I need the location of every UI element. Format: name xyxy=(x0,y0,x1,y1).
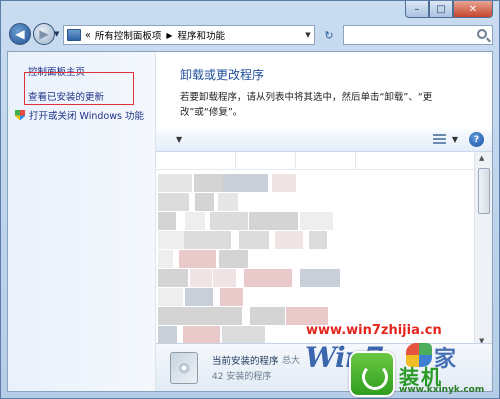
obscured-cell xyxy=(184,231,231,249)
view-options-icon[interactable] xyxy=(433,134,446,145)
vertical-scrollbar[interactable]: ▲ ▼ xyxy=(474,152,492,347)
obscured-cell xyxy=(210,212,248,230)
obscured-cell xyxy=(213,269,236,287)
task-sidebar: 控制面板主页 查看已安装的更新 打开或关闭 Windows 功能 xyxy=(8,52,156,391)
watermark-domain: www.kxinyk.com xyxy=(399,385,485,395)
obscured-cell xyxy=(300,269,340,287)
obscured-cell xyxy=(222,326,265,344)
program-list[interactable] xyxy=(156,152,474,347)
annotation-highlight-box xyxy=(24,72,134,105)
obscured-cell xyxy=(275,231,303,249)
obscured-cell xyxy=(185,212,205,230)
recent-pages-dropdown-icon[interactable]: ▼ xyxy=(54,30,59,38)
page-title: 卸载或更改程序 xyxy=(180,68,265,82)
watermark-badge-icon xyxy=(349,351,395,397)
address-bar[interactable]: « 所有控制面板项 ▶ 程序和功能 ▼ xyxy=(63,25,315,45)
organize-dropdown[interactable]: ▼ xyxy=(176,135,182,144)
address-dropdown-icon[interactable]: ▼ xyxy=(302,31,314,39)
caption-buttons: – □ ✕ xyxy=(405,1,493,18)
navigation-bar: ◀ ▶ ▼ « 所有控制面板项 ▶ 程序和功能 ▼ ↻ xyxy=(7,21,493,49)
obscured-cell xyxy=(158,193,189,211)
obscured-cell xyxy=(239,231,269,249)
obscured-cell xyxy=(190,269,212,287)
command-toolbar: ▼ ▼ ? xyxy=(156,129,492,152)
obscured-cell xyxy=(218,193,238,211)
obscured-cell xyxy=(158,269,188,287)
maximize-button[interactable]: □ xyxy=(429,1,453,18)
obscured-cell xyxy=(250,307,285,325)
close-button[interactable]: ✕ xyxy=(453,1,493,18)
sidebar-link-windows-features[interactable]: 打开或关闭 Windows 功能 xyxy=(15,108,144,122)
programs-disc-icon xyxy=(170,352,198,384)
scroll-up-icon[interactable]: ▲ xyxy=(479,154,484,162)
obscured-cell xyxy=(219,250,248,268)
obscured-cell xyxy=(195,193,214,211)
page-description: 若要卸载程序，请从列表中将其选中，然后单击“卸载”、“更改”或“修复”。 xyxy=(180,92,433,118)
control-panel-window: – □ ✕ ◀ ▶ ▼ « 所有控制面板项 ▶ 程序和功能 ▼ ↻ 控制面板主页… xyxy=(0,0,500,399)
status-program-count: 42 安装的程序 xyxy=(212,372,272,382)
search-input[interactable] xyxy=(343,25,493,45)
obscured-cell xyxy=(158,174,192,192)
obscured-cell xyxy=(309,231,327,249)
watermark-url: www.win7zhijia.cn xyxy=(306,323,442,338)
content-area: 控制面板主页 查看已安装的更新 打开或关闭 Windows 功能 卸载或更改程序… xyxy=(7,51,493,392)
column-header-publisher[interactable] xyxy=(236,152,296,170)
obscured-cell xyxy=(244,269,292,287)
obscured-cell xyxy=(300,212,333,230)
refresh-icon[interactable]: ↻ xyxy=(319,25,339,45)
minimize-button[interactable]: – xyxy=(405,1,429,18)
back-button[interactable]: ◀ xyxy=(9,23,31,45)
address-prefix[interactable]: « xyxy=(85,30,91,41)
obscured-cell xyxy=(220,288,243,306)
obscured-cell xyxy=(272,174,296,192)
breadcrumb-separator-icon[interactable]: ▶ xyxy=(166,31,172,40)
column-header-installed[interactable] xyxy=(296,152,356,170)
obscured-cell xyxy=(223,174,268,192)
obscured-cell xyxy=(179,250,216,268)
obscured-cell xyxy=(158,250,173,268)
obscured-cell xyxy=(194,174,223,192)
obscured-cell xyxy=(249,212,298,230)
scroll-thumb[interactable] xyxy=(478,168,490,214)
breadcrumb-all-items[interactable]: 所有控制面板项 xyxy=(95,28,162,42)
program-list-header xyxy=(156,152,474,170)
shield-icon xyxy=(15,109,25,121)
obscured-cell xyxy=(158,231,184,249)
breadcrumb-programs[interactable]: 程序和功能 xyxy=(177,28,225,42)
sidebar-link-label: 打开或关闭 Windows 功能 xyxy=(29,111,144,122)
obscured-cell xyxy=(158,326,177,344)
obscured-cell xyxy=(185,288,213,306)
obscured-cell xyxy=(158,307,193,325)
obscured-cell xyxy=(193,307,242,325)
search-icon[interactable] xyxy=(477,29,487,39)
column-header-name[interactable] xyxy=(156,152,236,170)
forward-button[interactable]: ▶ xyxy=(33,23,55,45)
view-dropdown-icon[interactable]: ▼ xyxy=(452,135,458,144)
status-title: 当前安装的程序 xyxy=(212,356,279,367)
help-icon[interactable]: ? xyxy=(469,132,484,147)
obscured-cell xyxy=(158,212,176,230)
control-panel-icon xyxy=(67,29,81,41)
status-total-size-label: 总大 xyxy=(282,356,301,366)
obscured-cell xyxy=(183,326,220,344)
obscured-cell xyxy=(158,288,183,306)
